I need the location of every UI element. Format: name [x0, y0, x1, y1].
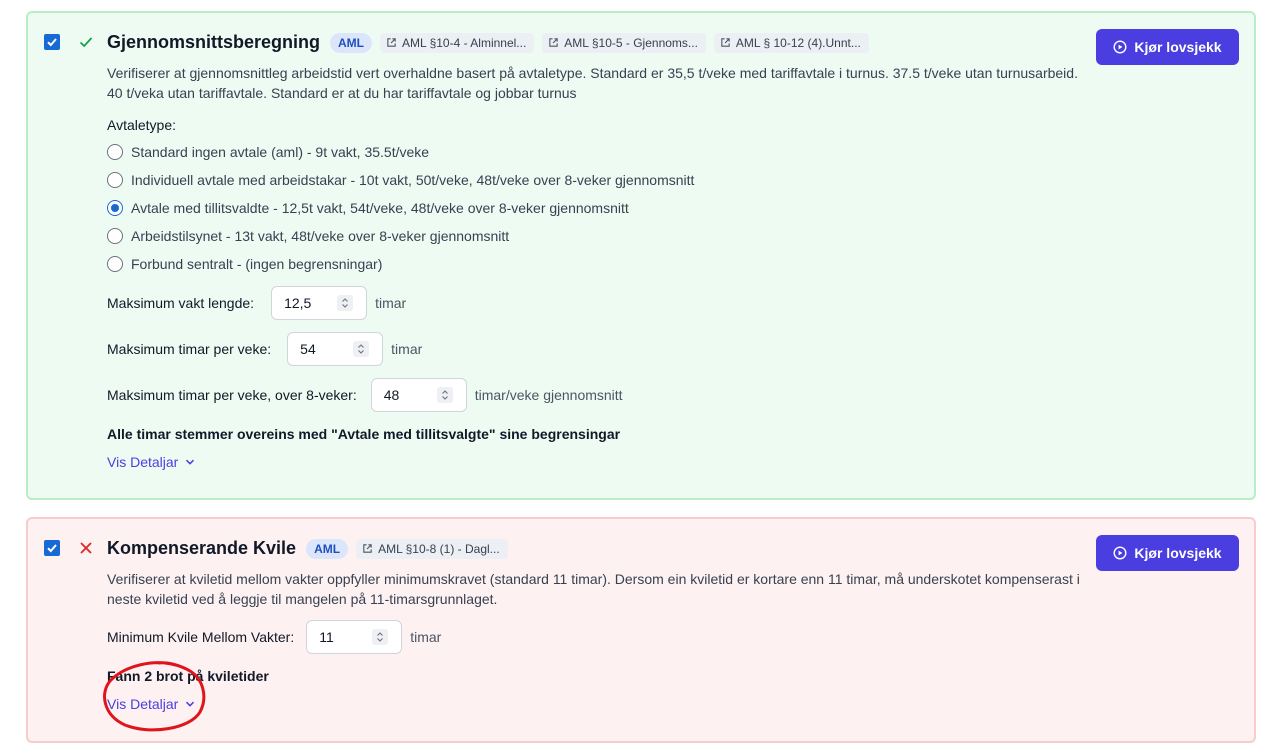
radio-button-selected[interactable]: [107, 200, 123, 216]
max-hours-8weeks-row: Maksimum timar per veke, over 8-veker: 4…: [107, 378, 623, 412]
agreement-type-label: Avtaletype:: [107, 117, 177, 133]
stepper-icon[interactable]: [436, 387, 453, 403]
field-label: Maksimum timar per veke, over 8-veker:: [107, 387, 357, 403]
stepper-icon[interactable]: [353, 341, 370, 357]
agreement-option[interactable]: Arbeidstilsynet - 13t vakt, 48t/veke ove…: [107, 228, 509, 244]
card-title: Kompenserande Kvile: [107, 538, 297, 558]
stepper-icon[interactable]: [337, 295, 354, 311]
title-row: Gjennomsnittsberegning AML AML §10-4 - A…: [107, 32, 869, 53]
card-title: Gjennomsnittsberegning: [107, 32, 321, 52]
card-description: Verifiserer at gjennomsnittleg arbeidsti…: [107, 65, 1078, 101]
max-shift-length-input[interactable]: 12,5: [271, 286, 368, 320]
external-link-icon: [363, 544, 372, 553]
law-badge: AML: [306, 538, 349, 559]
x-icon: [80, 542, 92, 554]
stepper-icon[interactable]: [372, 629, 389, 645]
check-card-average: Gjennomsnittsberegning AML AML §10-4 - A…: [26, 11, 1256, 500]
external-link-icon: [387, 38, 396, 47]
max-hours-8weeks-input[interactable]: 48: [370, 378, 467, 412]
agreement-option-selected[interactable]: Avtale med tillitsvaldte - 12,5t vakt, 5…: [107, 200, 629, 216]
unit-label: timar: [410, 629, 442, 645]
show-details-link[interactable]: Vis Detaljar: [107, 454, 196, 470]
max-hours-week-input[interactable]: 54: [287, 332, 384, 366]
external-link-icon: [549, 38, 559, 47]
check-card-rest: Kompenserande Kvile AML AML §10-8 (1) - …: [26, 517, 1256, 743]
law-reference-link[interactable]: AML § 10-12 (4).Unnt...: [713, 32, 869, 53]
run-law-check-button[interactable]: Kjør lovsjekk: [1096, 29, 1239, 65]
card-description: Verifiserer at kviletid mellom vakter op…: [107, 571, 1080, 607]
play-circle-icon: [1113, 40, 1127, 54]
check-result: Alle timar stemmer overeins med "Avtale …: [107, 426, 621, 442]
run-law-check-button[interactable]: Kjør lovsjekk: [1096, 535, 1239, 571]
law-reference-link[interactable]: AML §10-5 - Gjennoms...: [542, 32, 706, 53]
radio-button[interactable]: [107, 144, 123, 160]
enable-checkbox[interactable]: [44, 34, 60, 50]
min-rest-row: Minimum Kvile Mellom Vakter: 11 timar: [107, 620, 441, 654]
show-details-link[interactable]: Vis Detaljar: [107, 696, 196, 712]
agreement-option[interactable]: Forbund sentralt - (ingen begrensningar): [107, 256, 382, 272]
agreement-option[interactable]: Individuell avtale med arbeidstakar - 10…: [107, 172, 694, 188]
enable-checkbox[interactable]: [44, 540, 60, 556]
radio-button[interactable]: [107, 172, 123, 188]
agreement-option[interactable]: Standard ingen avtale (aml) - 9t vakt, 3…: [107, 144, 429, 160]
radio-button[interactable]: [107, 256, 123, 272]
check-result: Fann 2 brot på kviletider: [107, 668, 269, 684]
radio-button[interactable]: [107, 228, 123, 244]
unit-label: timar: [375, 295, 407, 311]
check-icon: [79, 37, 93, 48]
play-circle-icon: [1113, 546, 1127, 560]
external-link-icon: [721, 38, 730, 47]
unit-label: timar: [391, 341, 423, 357]
title-row: Kompenserande Kvile AML AML §10-8 (1) - …: [107, 538, 508, 559]
max-hours-week-row: Maksimum timar per veke: 54 timar: [107, 332, 422, 366]
unit-label: timar/veke gjennomsnitt: [474, 387, 623, 403]
field-label: Maksimum vakt lengde:: [107, 295, 255, 311]
law-badge: AML: [330, 32, 373, 53]
max-shift-length-row: Maksimum vakt lengde: 12,5 timar: [107, 286, 406, 320]
field-label: Minimum Kvile Mellom Vakter:: [107, 629, 295, 645]
law-reference-link[interactable]: AML §10-8 (1) - Dagl...: [356, 538, 508, 559]
min-rest-input[interactable]: 11: [306, 620, 403, 654]
chevron-down-icon: [186, 459, 195, 465]
chevron-down-icon: [186, 701, 195, 707]
law-reference-link[interactable]: AML §10-4 - Alminnel...: [380, 32, 535, 53]
field-label: Maksimum timar per veke:: [107, 341, 272, 357]
